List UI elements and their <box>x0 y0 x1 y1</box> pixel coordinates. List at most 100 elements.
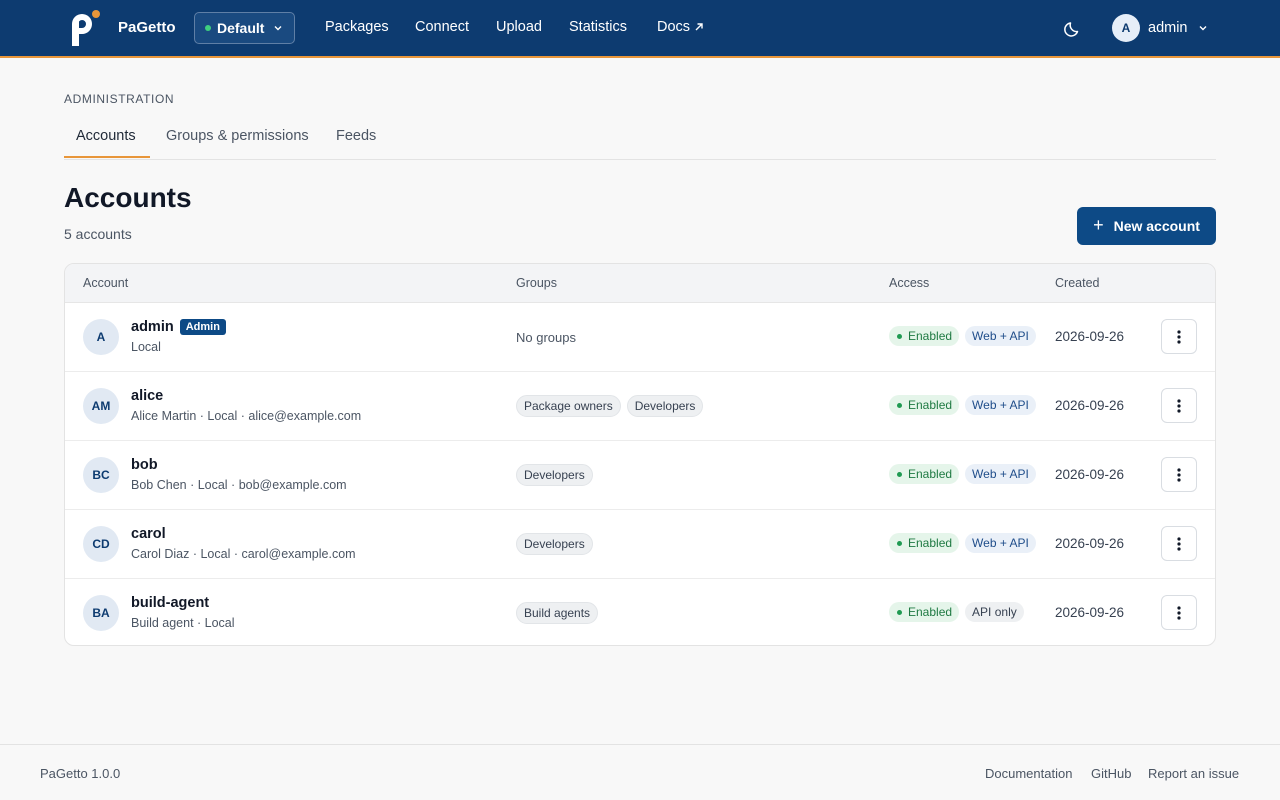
created-date: 2026-09-26 <box>1055 536 1125 551</box>
account-count: 5 accounts <box>64 226 132 242</box>
status-label: Enabled <box>908 398 953 412</box>
access-badge: Web + API <box>965 326 1036 346</box>
nav-upload[interactable]: Upload <box>496 19 542 35</box>
row-actions-button[interactable] <box>1161 457 1197 492</box>
table-row[interactable]: BA build-agent Build agent · Local Build… <box>65 579 1215 645</box>
admin-badge: Admin <box>179 319 226 335</box>
account-detail: Alice Martin · Local · alice@example.com <box>131 409 362 423</box>
status-label: Enabled <box>908 605 953 619</box>
footer-link-github[interactable]: GitHub <box>1091 766 1131 781</box>
access-badge: API only <box>965 602 1024 622</box>
group-chip: Developers <box>516 464 593 486</box>
feed-status-dot <box>205 25 211 31</box>
status-badge: Enabled <box>889 464 960 484</box>
status-badge: Enabled <box>889 533 960 553</box>
app-version: PaGetto 1.0.0 <box>40 766 121 781</box>
table-row[interactable]: A admin Admin Local No groups Enabled We… <box>65 303 1215 372</box>
access-badge: Web + API <box>965 395 1036 415</box>
access-cell: Enabled Web + API <box>889 395 1036 415</box>
created-date: 2026-09-26 <box>1055 329 1125 344</box>
group-chip: Package owners <box>516 395 621 417</box>
status-label: Enabled <box>908 467 953 481</box>
tab-accounts[interactable]: Accounts <box>76 128 136 144</box>
account-detail: Carol Diaz · Local · carol@example.com <box>131 547 356 561</box>
avatar: BA <box>83 595 119 631</box>
more-vertical-icon <box>1177 398 1181 413</box>
avatar: A <box>83 319 119 355</box>
more-vertical-icon <box>1177 536 1181 551</box>
moon-icon[interactable] <box>1062 18 1084 40</box>
row-actions-button[interactable] <box>1161 595 1197 630</box>
account-name[interactable]: build-agent <box>131 595 209 611</box>
account-name[interactable]: admin Admin <box>131 319 226 335</box>
chevron-down-icon <box>1199 26 1206 31</box>
account-name-text: build-agent <box>131 595 210 611</box>
avatar: AM <box>83 388 119 424</box>
no-groups-text: No groups <box>516 330 576 345</box>
brand-name[interactable]: PaGetto <box>118 19 176 36</box>
account-detail: Build agent · Local <box>131 616 235 630</box>
table-row[interactable]: CD carol Carol Diaz · Local · carol@exam… <box>65 510 1215 579</box>
row-actions-button[interactable] <box>1161 526 1197 561</box>
new-account-label: New account <box>1113 218 1200 234</box>
table-row[interactable]: AM alice Alice Martin · Local · alice@ex… <box>65 372 1215 441</box>
new-account-button[interactable]: + New account <box>1077 207 1216 245</box>
group-chip: Build agents <box>516 602 599 624</box>
more-vertical-icon <box>1177 329 1181 344</box>
plus-icon: + <box>1093 214 1104 235</box>
created-date: 2026-09-26 <box>1055 605 1125 620</box>
created-date: 2026-09-26 <box>1055 467 1125 482</box>
account-name-text: admin <box>131 319 174 335</box>
chevron-down-icon <box>274 26 282 31</box>
page-title: Accounts <box>64 182 192 213</box>
feed-selector-label: Default <box>217 20 265 36</box>
column-header-groups: Groups <box>516 276 557 290</box>
access-cell: Enabled API only <box>889 602 1024 622</box>
account-name[interactable]: alice <box>131 388 163 404</box>
nav-docs[interactable]: Docs <box>657 19 705 35</box>
external-link-icon <box>695 23 703 31</box>
nav-connect[interactable]: Connect <box>415 19 469 35</box>
nav-statistics[interactable]: Statistics <box>569 19 627 35</box>
status-label: Enabled <box>908 329 953 343</box>
admin-tabs: Accounts Groups & permissions Feeds <box>64 118 1216 160</box>
account-name[interactable]: bob <box>131 457 158 473</box>
feed-selector[interactable]: Default <box>194 12 295 44</box>
status-dot <box>897 471 902 477</box>
active-tab-indicator <box>64 156 150 158</box>
status-dot <box>897 540 902 546</box>
column-header-created: Created <box>1055 276 1100 290</box>
user-menu[interactable]: A admin <box>1112 14 1208 42</box>
nav-docs-label: Docs <box>657 19 691 35</box>
access-cell: Enabled Web + API <box>889 533 1036 553</box>
groups-cell: Build agents <box>516 602 599 624</box>
footer-link-report-issue[interactable]: Report an issue <box>1148 766 1239 781</box>
user-avatar: A <box>1112 14 1140 42</box>
row-actions-button[interactable] <box>1161 319 1197 354</box>
user-name: admin <box>1148 20 1188 36</box>
groups-cell: Package owners Developers <box>516 395 704 417</box>
account-name[interactable]: carol <box>131 526 166 542</box>
more-vertical-icon <box>1177 467 1181 482</box>
row-actions-button[interactable] <box>1161 388 1197 423</box>
table-row[interactable]: BC bob Bob Chen · Local · bob@example.co… <box>65 441 1215 510</box>
footer-link-documentation[interactable]: Documentation <box>985 766 1072 781</box>
status-badge: Enabled <box>889 395 960 415</box>
account-detail: Local <box>131 340 161 354</box>
access-cell: Enabled Web + API <box>889 464 1036 484</box>
created-date: 2026-09-26 <box>1055 398 1125 413</box>
column-header-access: Access <box>889 276 930 290</box>
account-name-text: carol <box>131 526 166 542</box>
account-name-text: bob <box>131 457 158 473</box>
tab-groups-permissions[interactable]: Groups & permissions <box>166 128 309 144</box>
status-dot <box>897 402 902 408</box>
status-dot <box>897 609 902 615</box>
nav-packages[interactable]: Packages <box>325 19 389 35</box>
access-badge: Web + API <box>965 464 1036 484</box>
status-badge: Enabled <box>889 602 960 622</box>
groups-cell: Developers <box>516 533 593 555</box>
tab-feeds[interactable]: Feeds <box>336 128 376 144</box>
accounts-table: Account Groups Access Created A admin Ad… <box>64 263 1216 646</box>
pagetto-logo[interactable] <box>68 10 102 50</box>
access-badge: Web + API <box>965 533 1036 553</box>
